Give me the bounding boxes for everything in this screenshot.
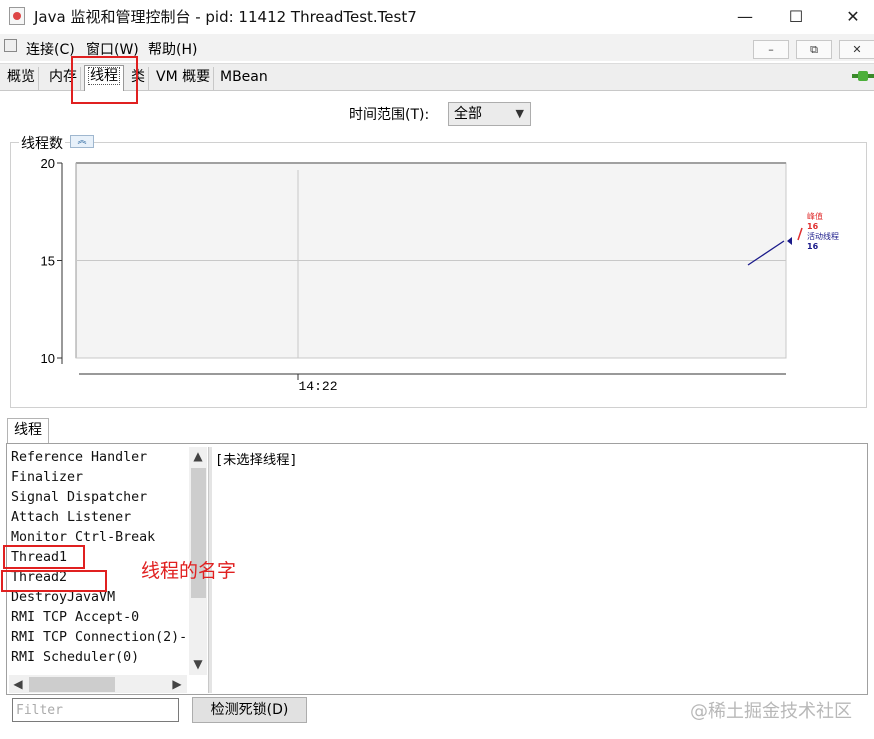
threads-subtab[interactable]: 线程 bbox=[7, 418, 49, 443]
detect-deadlock-button[interactable]: 检测死锁(D) bbox=[192, 697, 307, 723]
thread-filter-input[interactable] bbox=[12, 698, 179, 722]
highlight-box-thread1 bbox=[3, 545, 85, 569]
scroll-up-icon[interactable]: ▲ bbox=[189, 447, 207, 465]
thread-list-item[interactable]: Finalizer bbox=[11, 470, 83, 485]
scroll-right-icon[interactable]: ▶ bbox=[168, 675, 186, 693]
legend-label: 活动线程 bbox=[807, 231, 839, 241]
thread-list-item[interactable]: RMI Scheduler(0) bbox=[11, 650, 139, 665]
horizontal-scroll-thumb[interactable] bbox=[29, 677, 115, 692]
thread-list-item[interactable]: Reference Handler bbox=[11, 450, 147, 465]
scroll-down-icon[interactable]: ▼ bbox=[189, 655, 207, 673]
thread-list-item[interactable]: Attach Listener bbox=[11, 510, 131, 525]
watermark: @稀土掘金技术社区 bbox=[690, 701, 852, 722]
thread-list-item[interactable]: Signal Dispatcher bbox=[11, 490, 147, 505]
thread-list-item[interactable]: Monitor Ctrl-Break bbox=[11, 530, 155, 545]
scroll-left-icon[interactable]: ◀ bbox=[9, 675, 27, 693]
thread-count-chart: 20151014:22峰值16活动线程16 bbox=[41, 156, 839, 394]
x-tick-label: 14:22 bbox=[298, 379, 337, 394]
highlight-box-thread2 bbox=[1, 570, 107, 592]
thread-list-item[interactable]: RMI TCP Connection(2)- bbox=[11, 630, 187, 645]
legend-value: 16 bbox=[807, 222, 819, 231]
thread-detail-text: [未选择线程] bbox=[215, 453, 298, 468]
y-tick-label: 15 bbox=[41, 254, 55, 269]
series-marker-live-threads bbox=[787, 237, 792, 245]
annotation-thread-names: 线程的名字 bbox=[141, 560, 237, 582]
legend-value: 16 bbox=[807, 242, 819, 251]
thread-list-item[interactable]: RMI TCP Accept-0 bbox=[11, 610, 139, 625]
legend-label: 峰值 bbox=[807, 211, 823, 221]
thread-list-item[interactable]: DestroyJavaVM bbox=[11, 590, 115, 605]
y-tick-label: 20 bbox=[41, 156, 55, 171]
y-tick-label: 10 bbox=[41, 351, 55, 366]
legend-peak-marker bbox=[797, 227, 803, 241]
